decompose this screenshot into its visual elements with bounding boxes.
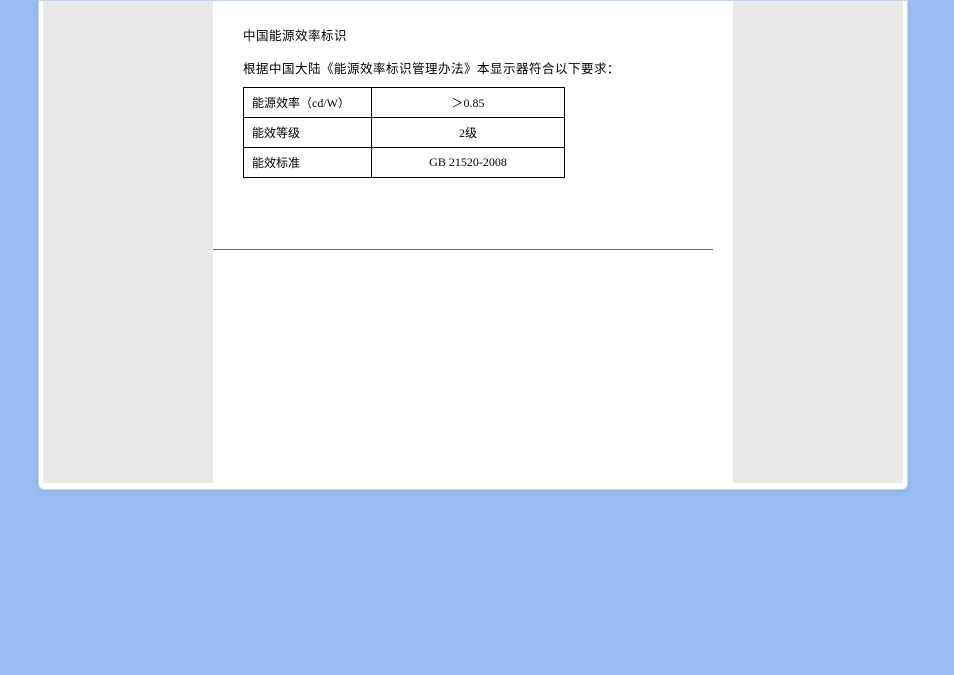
- spec-value: 2级: [372, 118, 565, 148]
- page-gutter-left: [43, 1, 213, 483]
- document-page: 中国能源效率标识 根据中国大陆《能源效率标识管理办法》本显示器符合以下要求： 能…: [213, 1, 733, 483]
- spec-label: 能源效率（cd/W）: [244, 88, 372, 118]
- table-row: 能效标准 GB 21520-2008: [244, 148, 565, 178]
- spec-value: ＞0.85: [372, 88, 565, 118]
- table-row: 能效等级 2级: [244, 118, 565, 148]
- page-gutter-right: [733, 1, 903, 483]
- spec-label: 能效等级: [244, 118, 372, 148]
- section-title: 中国能源效率标识: [243, 25, 713, 44]
- spec-value: GB 21520-2008: [372, 148, 565, 178]
- footer-divider: [213, 249, 713, 250]
- document-viewer-window: 中国能源效率标识 根据中国大陆《能源效率标识管理办法》本显示器符合以下要求： 能…: [38, 0, 908, 490]
- table-row: 能源效率（cd/W） ＞0.85: [244, 88, 565, 118]
- spec-table: 能源效率（cd/W） ＞0.85 能效等级 2级 能效标准 GB 21520-2…: [243, 87, 565, 178]
- spec-label: 能效标准: [244, 148, 372, 178]
- document-viewer-inner: 中国能源效率标识 根据中国大陆《能源效率标识管理办法》本显示器符合以下要求： 能…: [43, 1, 903, 483]
- section-description: 根据中国大陆《能源效率标识管理办法》本显示器符合以下要求：: [243, 58, 713, 77]
